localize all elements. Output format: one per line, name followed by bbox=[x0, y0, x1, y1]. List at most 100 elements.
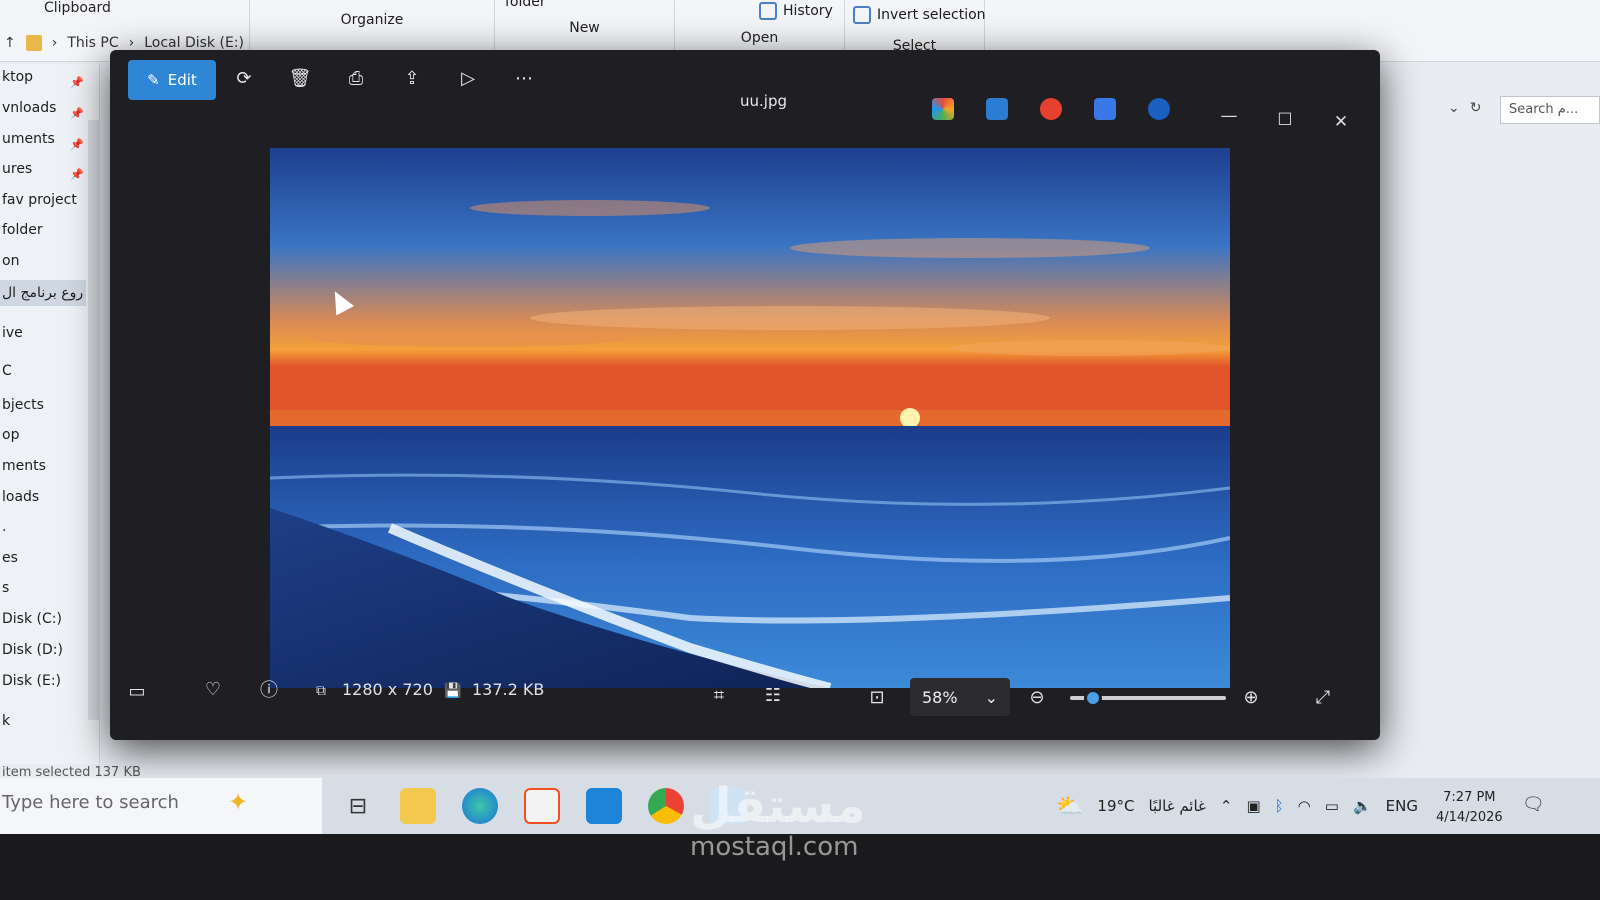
sunset-beach-image bbox=[270, 148, 1230, 688]
copilot-icon[interactable] bbox=[932, 98, 954, 120]
breadcrumb-this-pc[interactable]: This PC bbox=[67, 35, 118, 51]
pin-icon: 📌 bbox=[70, 107, 84, 120]
clock[interactable]: 7:27 PM 4/14/2026 bbox=[1436, 788, 1503, 828]
nav-item[interactable]: es bbox=[0, 545, 86, 571]
watermark-logo-arabic: مستقل bbox=[690, 778, 866, 834]
invert-selection-label: Invert selection bbox=[877, 7, 986, 23]
zoom-slider-thumb[interactable] bbox=[1084, 689, 1103, 707]
nav-item[interactable]: . bbox=[0, 514, 86, 540]
history-button[interactable]: History bbox=[759, 2, 833, 20]
zoom-level-dropdown[interactable]: 58% ⌄ bbox=[910, 678, 1010, 716]
print-icon[interactable]: ⎙ bbox=[344, 66, 368, 90]
bluetooth-icon[interactable]: ᛒ bbox=[1275, 797, 1284, 815]
nav-item[interactable]: op bbox=[0, 422, 86, 448]
taskbar-search-input[interactable]: Type here to search bbox=[0, 778, 322, 834]
delete-icon[interactable]: 🗑 bbox=[288, 66, 312, 90]
maximize-icon[interactable]: ☐ bbox=[1270, 110, 1300, 130]
chrome-icon[interactable] bbox=[648, 788, 684, 824]
notification-icon[interactable]: 🗨 bbox=[1522, 794, 1545, 815]
clock-date: 4/14/2026 bbox=[1436, 810, 1503, 825]
invert-selection-button[interactable]: Invert selection bbox=[853, 6, 986, 24]
weather-description[interactable]: غائم غالبًا bbox=[1148, 797, 1205, 815]
nav-item[interactable]: uments 📌 bbox=[0, 126, 86, 152]
weather-temperature[interactable]: 19°C bbox=[1097, 797, 1134, 815]
nav-item-disk-c[interactable]: Disk (C:) bbox=[0, 606, 86, 632]
clipchamp-icon[interactable] bbox=[1094, 98, 1116, 120]
new-folder-button[interactable]: folder bbox=[505, 0, 546, 10]
history-icon bbox=[759, 2, 777, 20]
chevron-down-icon[interactable]: ⌄ bbox=[1448, 100, 1460, 116]
minimize-icon[interactable]: — bbox=[1214, 106, 1244, 126]
up-arrow-icon[interactable]: ↑ bbox=[4, 35, 16, 51]
nav-item[interactable]: bjects bbox=[0, 392, 86, 418]
task-view-icon[interactable]: ⊟ bbox=[340, 788, 376, 824]
nav-item-selected[interactable]: روع برنامج ال bbox=[0, 280, 86, 306]
edit-icon: ✎ bbox=[147, 71, 160, 89]
chevron-up-icon[interactable]: ⌃ bbox=[1220, 797, 1233, 815]
share-icon[interactable]: ⇪ bbox=[400, 66, 424, 90]
edge-browser-icon[interactable] bbox=[462, 788, 498, 824]
filmstrip-icon[interactable]: ▭ bbox=[124, 678, 150, 704]
app-icon[interactable] bbox=[1040, 98, 1062, 120]
microsoft-store-icon[interactable] bbox=[524, 788, 560, 824]
clock-time: 7:27 PM bbox=[1443, 790, 1496, 805]
image-dimensions: 1280 x 720 bbox=[342, 680, 433, 699]
nav-item[interactable]: C bbox=[0, 358, 86, 384]
watermark-logo: mostaql.com bbox=[690, 832, 859, 862]
refresh-icon[interactable]: ↻ bbox=[1470, 100, 1482, 116]
search-input[interactable]: Search م... bbox=[1500, 96, 1600, 124]
chevron-down-icon: ⌄ bbox=[984, 687, 998, 707]
designer-icon[interactable] bbox=[986, 98, 1008, 120]
visual-search-icon[interactable]: ⌗ bbox=[706, 682, 732, 708]
battery-icon[interactable]: ▭ bbox=[1325, 797, 1339, 815]
zoom-in-icon[interactable]: ⊕ bbox=[1238, 684, 1264, 710]
search-highlight-icon: ✦ bbox=[228, 788, 249, 816]
nav-item[interactable]: s bbox=[0, 575, 86, 601]
nav-item[interactable]: vnloads 📌 bbox=[0, 95, 86, 121]
volume-icon[interactable]: 🔈 bbox=[1353, 797, 1372, 815]
wifi-icon[interactable]: ◠ bbox=[1298, 797, 1311, 815]
favorite-heart-icon[interactable]: ♡ bbox=[200, 676, 226, 702]
rotate-icon[interactable]: ⟳ bbox=[232, 66, 256, 90]
ribbon-group-label: Organize bbox=[340, 12, 404, 28]
zoom-out-icon[interactable]: ⊖ bbox=[1024, 684, 1050, 710]
language-indicator[interactable]: ENG bbox=[1386, 797, 1418, 815]
pin-icon: 📌 bbox=[70, 168, 84, 181]
photos-app-window: ✎ Edit ⟳ 🗑 ⎙ ⇪ ▷ ⋯ uu.jpg — ☐ ✕ ▭ ♡ ⓘ ⧉ … bbox=[110, 50, 1380, 740]
info-icon[interactable]: ⓘ bbox=[256, 676, 282, 702]
pin-icon: 📌 bbox=[70, 138, 84, 151]
zoom-slider[interactable] bbox=[1070, 689, 1226, 707]
nav-item[interactable]: k bbox=[0, 708, 86, 734]
edit-button[interactable]: ✎ Edit bbox=[128, 60, 216, 100]
nav-item-disk-d[interactable]: Disk (D:) bbox=[0, 637, 86, 663]
nav-item[interactable]: ktop 📌 bbox=[0, 64, 86, 90]
file-title: uu.jpg bbox=[740, 92, 787, 110]
more-options-icon[interactable]: ⋯ bbox=[512, 66, 536, 90]
weather-icon[interactable]: ⛅ bbox=[1056, 794, 1083, 819]
onedrive-icon[interactable] bbox=[1148, 98, 1170, 120]
nav-item[interactable]: on bbox=[0, 248, 86, 274]
actual-size-icon[interactable]: ⊡ bbox=[864, 684, 890, 710]
ribbon-group-label: Open bbox=[740, 30, 779, 46]
nav-item[interactable]: ments bbox=[0, 453, 86, 479]
nav-item[interactable]: ive bbox=[0, 320, 86, 346]
nav-scrollbar[interactable] bbox=[88, 120, 100, 720]
zoom-value: 58% bbox=[922, 687, 958, 707]
meet-icon[interactable]: ▣ bbox=[1246, 797, 1260, 815]
chevron-right-icon: › bbox=[128, 35, 135, 51]
file-explorer-icon[interactable] bbox=[400, 788, 436, 824]
scan-text-icon[interactable]: ☷ bbox=[760, 682, 786, 708]
nav-item[interactable]: loads bbox=[0, 484, 86, 510]
mail-icon[interactable] bbox=[586, 788, 622, 824]
photos-bottom-bar: ▭ ♡ ⓘ ⧉ 1280 x 720 💾 137.2 KB ⌗ ☷ ⊡ 58% … bbox=[110, 654, 1380, 728]
fullscreen-icon[interactable]: ⤢ bbox=[1310, 684, 1336, 710]
close-icon[interactable]: ✕ bbox=[1326, 112, 1356, 132]
breadcrumb-local-disk[interactable]: Local Disk (E:) bbox=[144, 35, 244, 51]
photo-canvas[interactable] bbox=[270, 148, 1230, 688]
nav-item[interactable]: fav project bbox=[0, 187, 86, 213]
nav-item[interactable]: ures 📌 bbox=[0, 156, 86, 182]
nav-item-disk-e[interactable]: Disk (E:) bbox=[0, 668, 86, 694]
nav-item[interactable]: folder bbox=[0, 217, 86, 243]
slideshow-icon[interactable]: ▷ bbox=[456, 66, 480, 90]
dimensions-icon: ⧉ bbox=[316, 683, 326, 699]
